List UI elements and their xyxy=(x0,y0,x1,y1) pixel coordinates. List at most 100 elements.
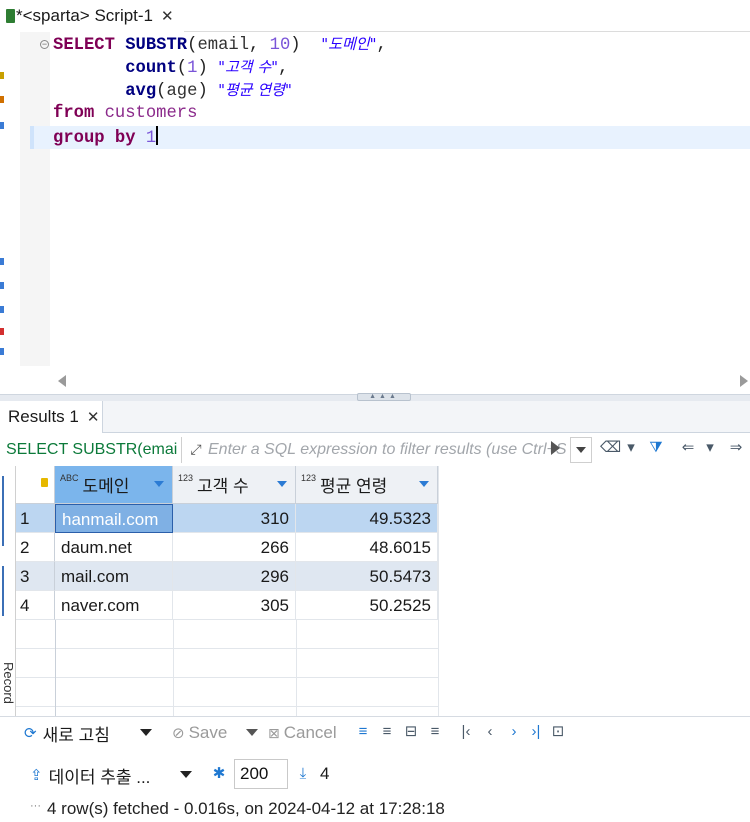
table-cell-domain[interactable]: mail.com xyxy=(55,562,173,591)
marker-icon xyxy=(0,282,4,289)
fetch-size-input[interactable] xyxy=(234,759,288,789)
sort-icon[interactable] xyxy=(419,481,429,487)
sort-icon[interactable] xyxy=(154,481,164,487)
filter-input[interactable] xyxy=(184,437,568,463)
grid-corner[interactable] xyxy=(16,466,55,504)
table-cell-avg[interactable]: 49.5323 xyxy=(296,504,438,533)
sql-alias: "평균 연령" xyxy=(218,81,292,99)
column-divider xyxy=(173,620,174,716)
add-row-icon[interactable]: ≡ xyxy=(378,722,396,742)
row-number[interactable]: 4 xyxy=(16,591,55,620)
fetched-row-count: 4 xyxy=(320,764,330,783)
table-cell-count[interactable]: 305 xyxy=(173,591,296,620)
panel-mark-icon xyxy=(2,476,8,546)
row-number-divider xyxy=(55,620,56,716)
chevron-down-icon[interactable] xyxy=(180,771,192,778)
tab-results-1[interactable]: Results 1 ✕ xyxy=(0,401,103,433)
export-button-label: 데이터 추출 ... xyxy=(48,767,151,787)
sql-keyword: group by xyxy=(53,129,136,148)
scroll-left-icon[interactable] xyxy=(58,375,66,387)
last-page-icon[interactable]: ›| xyxy=(528,722,544,742)
previous-page-icon[interactable]: ‹ xyxy=(482,722,498,742)
scroll-right-icon[interactable] xyxy=(740,375,748,387)
sort-icon[interactable] xyxy=(277,481,287,487)
close-icon[interactable]: ✕ xyxy=(87,410,100,425)
splitter-handle-icon[interactable]: ▲▲▲ xyxy=(357,393,411,401)
refresh-button-label: 새로 고침 xyxy=(42,725,110,745)
column-divider xyxy=(438,466,439,716)
forward-icon[interactable]: ⇒ xyxy=(726,438,746,458)
table-cell-avg[interactable]: 50.5473 xyxy=(296,562,438,591)
sql-alias: "고객 수" xyxy=(218,58,279,76)
sql-punct: , xyxy=(278,59,289,78)
row-number[interactable]: 2 xyxy=(16,533,55,562)
sql-function: avg xyxy=(125,82,157,101)
sql-line-2[interactable]: count(1) "고객 수", xyxy=(53,56,288,79)
column-header-label: 고객 수 xyxy=(197,477,249,496)
marker-icon xyxy=(0,306,4,313)
marker-icon xyxy=(0,328,4,335)
editor-horizontal-scrollbar[interactable] xyxy=(50,370,750,392)
edit-row-icon[interactable]: ≡ xyxy=(354,722,372,742)
column-header-domain[interactable]: ABC 도메인 xyxy=(55,466,173,504)
marker-icon xyxy=(0,72,4,79)
record-mode-label[interactable]: Record xyxy=(0,662,16,722)
empty-row xyxy=(16,678,438,707)
filter-icon[interactable]: ⧩ xyxy=(646,438,666,458)
first-page-icon[interactable]: |‹ xyxy=(458,722,474,742)
column-header-avg-age[interactable]: 123 평균 연령 xyxy=(296,466,438,504)
chevron-down-icon[interactable]: ▾ xyxy=(703,438,717,458)
copy-row-icon[interactable]: ⊟ xyxy=(402,722,420,742)
fetch-all-icon[interactable]: ⊡ xyxy=(550,722,566,742)
row-number[interactable]: 1 xyxy=(16,504,55,533)
close-icon[interactable]: ✕ xyxy=(161,9,174,24)
column-header-count[interactable]: 123 고객 수 xyxy=(173,466,296,504)
eraser-icon[interactable]: ⌫ xyxy=(600,438,621,458)
sql-line-3[interactable]: avg(age) "평균 연령" xyxy=(53,79,292,102)
next-page-icon[interactable]: › xyxy=(506,722,522,742)
filter-history-dropdown[interactable] xyxy=(570,437,592,463)
row-number[interactable]: 3 xyxy=(16,562,55,591)
gear-icon[interactable]: ✱ xyxy=(210,764,228,784)
sql-punct: , xyxy=(249,36,270,55)
export-data-button[interactable]: ⇪ 데이터 추출 ... xyxy=(30,762,150,788)
chevron-down-icon[interactable] xyxy=(246,729,258,736)
sql-line-5[interactable]: group by 1 xyxy=(53,126,159,149)
fold-icon[interactable]: − xyxy=(40,40,49,49)
sql-arg: email xyxy=(197,36,250,55)
result-toolbar xyxy=(0,718,750,748)
type-badge: ABC xyxy=(60,472,79,483)
table-cell-count[interactable]: 296 xyxy=(173,562,296,591)
table-cell-domain[interactable]: naver.com xyxy=(55,591,173,620)
editor-tab-script-1[interactable]: *<sparta> Script-1 ✕ xyxy=(0,0,184,32)
table-cell-count[interactable]: 266 xyxy=(173,533,296,562)
text-caret xyxy=(156,126,159,145)
chevron-down-icon[interactable] xyxy=(140,729,152,736)
delete-row-icon[interactable]: ≡ xyxy=(426,722,444,742)
sql-line-1[interactable]: SELECT SUBSTR(email, 10) "도메인", xyxy=(53,33,387,56)
refresh-icon: ⟳ xyxy=(24,725,37,742)
table-cell-domain[interactable]: hanmail.com xyxy=(55,504,173,533)
fetch-count-icon: ⤓ xyxy=(299,765,307,782)
sql-number: 10 xyxy=(269,36,291,55)
table-cell-count[interactable]: 310 xyxy=(173,504,296,533)
cancel-button[interactable]: ⊠ Cancel xyxy=(268,720,337,746)
table-cell-domain[interactable]: daum.net xyxy=(55,533,173,562)
sql-table: customers xyxy=(104,104,198,123)
back-icon[interactable]: ⇐ xyxy=(678,438,698,458)
expand-icon[interactable]: ⤢ xyxy=(187,440,205,458)
lock-icon xyxy=(41,478,48,487)
save-button[interactable]: ⊘ Save xyxy=(172,720,227,746)
apply-filter-icon[interactable] xyxy=(551,441,560,455)
table-cell-avg[interactable]: 48.6015 xyxy=(296,533,438,562)
column-header-label: 평균 연령 xyxy=(320,477,388,496)
active-query-label[interactable]: SELECT SUBSTR(emai xyxy=(0,437,182,463)
refresh-button[interactable]: ⟳ 새로 고침 xyxy=(24,720,110,746)
chevron-down-icon[interactable]: ▾ xyxy=(624,438,638,458)
marker-icon xyxy=(0,348,4,355)
sql-line-4[interactable]: from customers xyxy=(53,102,197,125)
sql-punct: , xyxy=(376,36,387,55)
sql-keyword: from xyxy=(53,104,95,123)
table-cell-avg[interactable]: 50.2525 xyxy=(296,591,438,620)
sql-punct: ) xyxy=(197,82,208,101)
